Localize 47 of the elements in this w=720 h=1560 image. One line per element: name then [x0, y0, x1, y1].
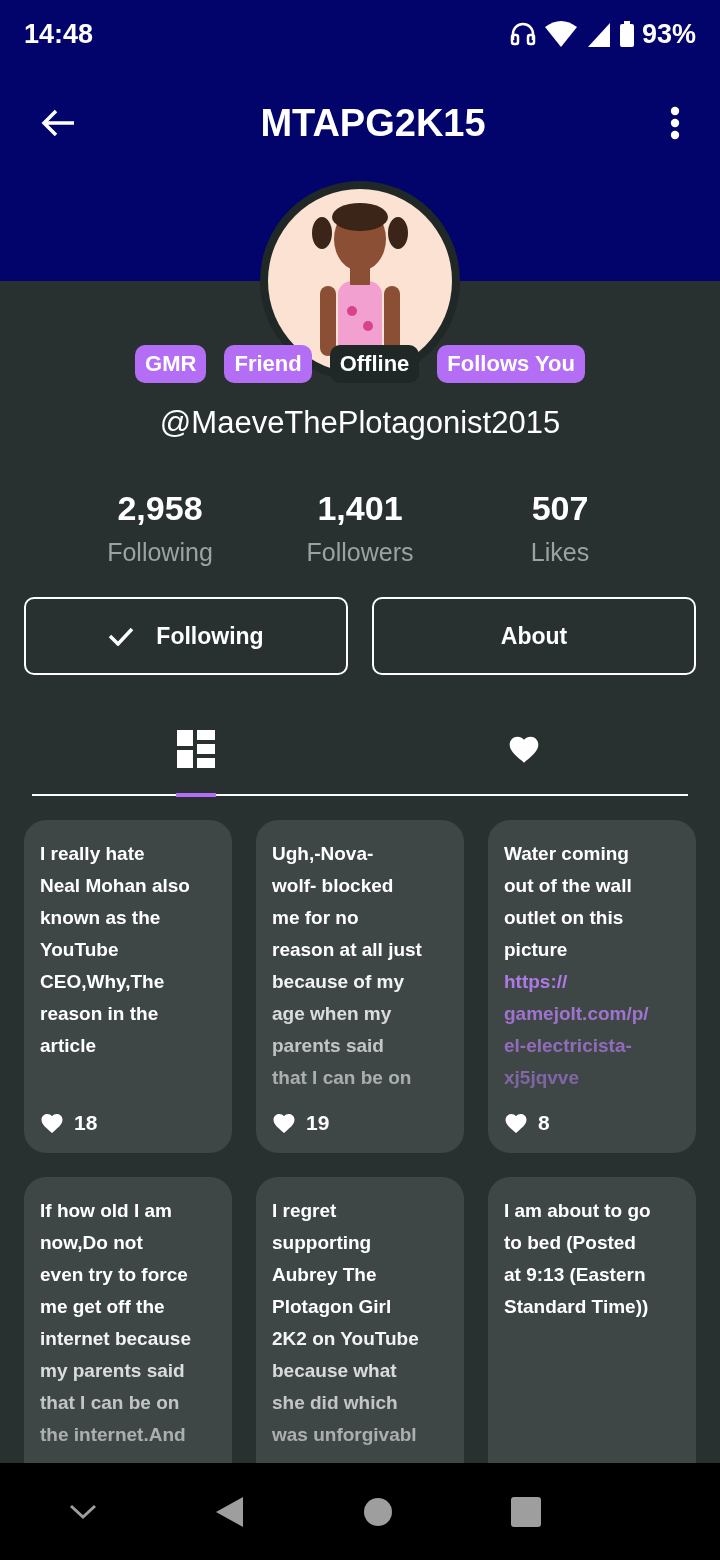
dashboard-icon	[177, 730, 215, 768]
like-count: 18	[74, 1111, 98, 1135]
signal-icon	[585, 21, 612, 47]
status-tag: Follows You	[437, 345, 585, 383]
post-text: Water coming out of the wall outlet on this picture https:// gamejolt.com/p/ el-electricista- xj5jqvve	[504, 838, 684, 1094]
like-count: 8	[538, 1111, 550, 1135]
heart-icon	[40, 1112, 64, 1134]
post-card[interactable]: I really hate Neal Mohan also known as the YouTube CEO,Why,The reason in the article 18	[24, 820, 232, 1153]
back-icon[interactable]	[215, 1495, 245, 1528]
heart-icon	[504, 1112, 528, 1134]
stat-label: Following	[107, 538, 213, 567]
status-tag: Friend	[224, 345, 312, 383]
status-tag: Offline	[329, 345, 420, 383]
battery-level: 93%	[641, 18, 696, 50]
post-card[interactable]: Ugh,-Nova- wolf- blocked me for no reason at all just because of my age when my parents said that I can be on 19	[256, 820, 464, 1153]
recents-icon[interactable]	[511, 1496, 541, 1527]
more-icon[interactable]	[670, 106, 680, 140]
post-card[interactable]: Water coming out of the wall outlet on this picture https:// gamejolt.com/p/ el-electricista- xj5jqvve 8	[488, 820, 696, 1153]
stat-value: 2,958	[117, 489, 203, 528]
stat-label: Likes	[530, 538, 590, 567]
username: @MaeveThePlotagonist2015	[159, 405, 561, 441]
post-card[interactable]: If how old I am now,Do not even try to force me get off the internet because my parents said that I can be on the internet.And	[24, 1177, 232, 1463]
battery-icon	[619, 21, 634, 47]
back-icon[interactable]	[40, 108, 76, 138]
post-text: I am about to go to bed (Posted at 9:13 (Eastern Standard Time))	[504, 1199, 652, 1319]
post-text: I really hate Neal Mohan also known as the YouTube CEO,Why,The reason in the article	[40, 842, 191, 1058]
headphones-icon	[509, 22, 536, 46]
stat-value: 507	[531, 489, 589, 528]
status-time: 14:48	[24, 18, 94, 50]
post-card[interactable]: I am about to go to bed (Posted at 9:13 (Eastern Standard Time))	[488, 1177, 696, 1463]
post-text: Ugh,-Nova- wolf- blocked me for no reason at all just because of my age when my parents said that I can be on	[272, 842, 423, 1090]
profile-title: MTAPG2K15	[260, 101, 486, 145]
status-tag: GMR	[135, 345, 207, 383]
heart-icon	[272, 1112, 296, 1134]
follow-button[interactable]: Following	[24, 597, 348, 675]
stat-value: 1,401	[317, 489, 403, 528]
heart-icon	[507, 734, 541, 764]
check-icon	[108, 626, 135, 646]
wifi-icon	[543, 21, 578, 47]
stat-label: Followers	[306, 538, 414, 567]
about-button[interactable]: About	[372, 597, 696, 675]
post-text: If how old I am now,Do not even try to force me get off the internet because my parents said that I can be on the internet.And	[40, 1199, 192, 1447]
like-count: 19	[306, 1111, 330, 1135]
chevron-down-icon[interactable]	[69, 1503, 97, 1520]
post-card[interactable]: I regret supporting Aubrey The Plotagon Girl 2K2 on YouTube because what she did which was unforgivabl	[256, 1177, 464, 1463]
post-text: I regret supporting Aubrey The Plotagon Girl 2K2 on YouTube because what she did which was unforgivabl	[272, 1199, 420, 1447]
home-icon[interactable]	[363, 1496, 393, 1527]
